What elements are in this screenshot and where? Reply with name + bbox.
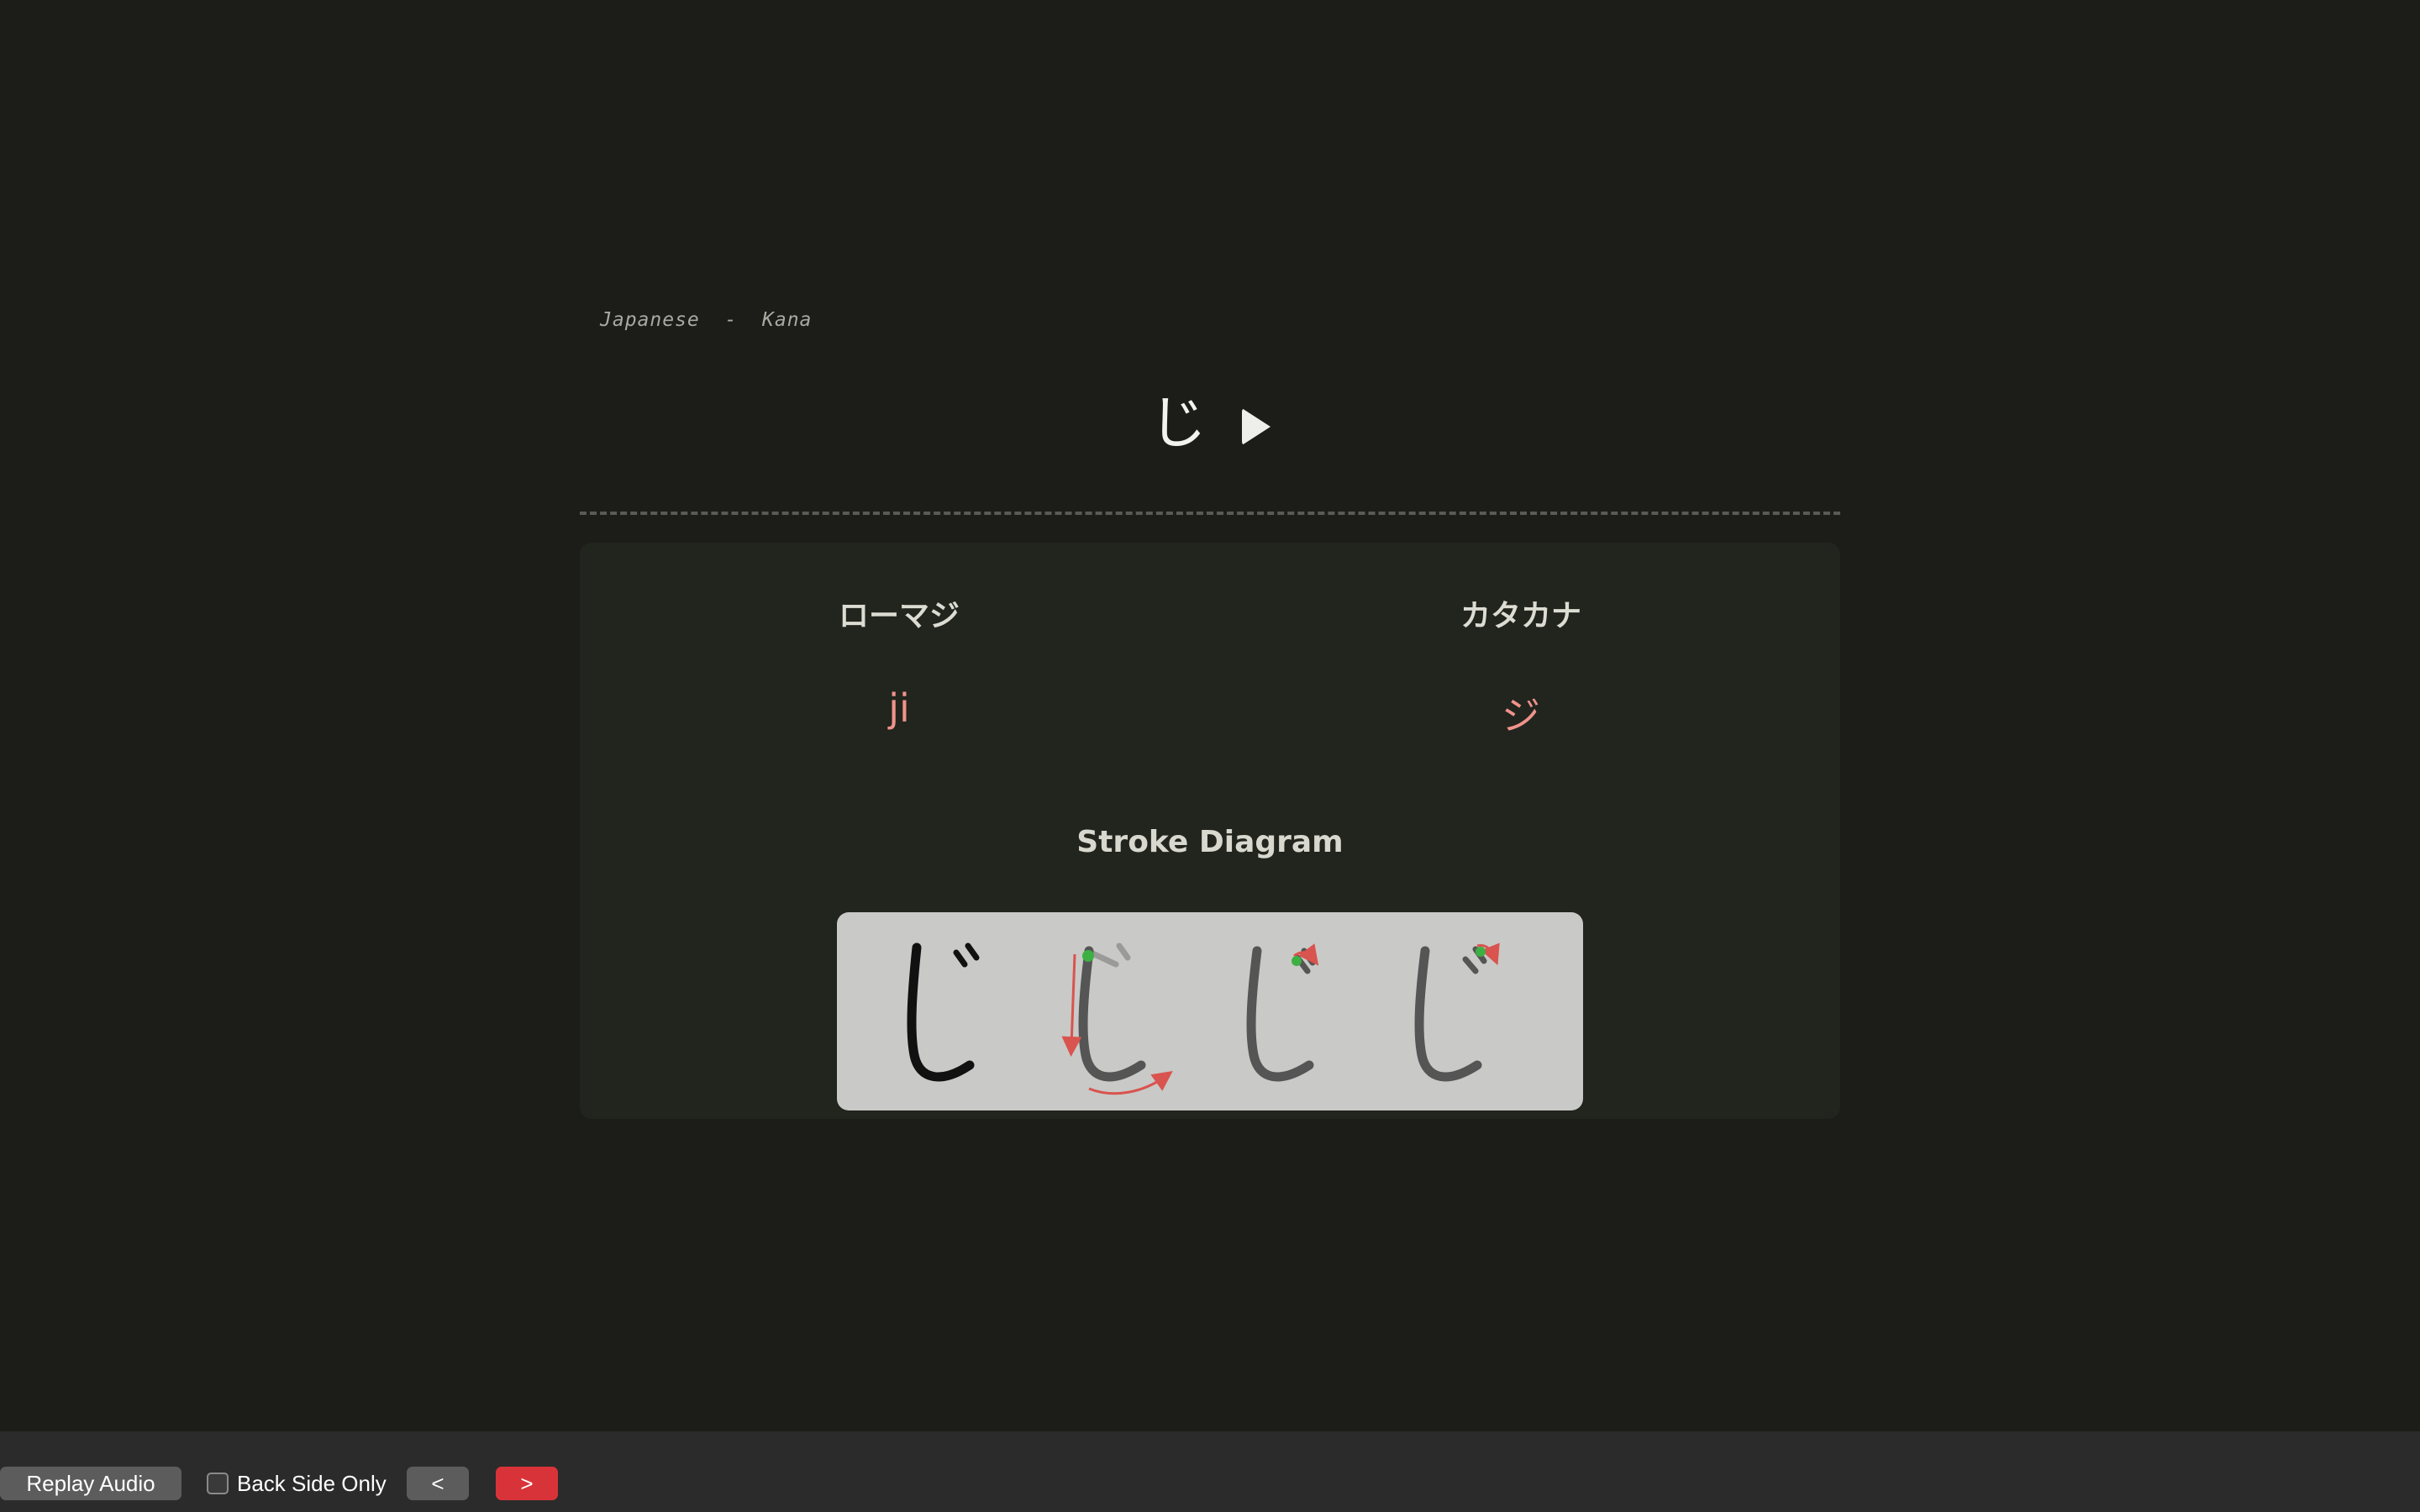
card-area: Japanese - Kana じ ローマジ ji カタカナ ジ Stroke … bbox=[0, 0, 2420, 1431]
replay-audio-button[interactable]: Replay Audio bbox=[0, 1467, 182, 1500]
deck-label: Japanese - Kana bbox=[600, 309, 813, 331]
stroke-frame-3 bbox=[1246, 943, 1319, 1082]
back-side-only-label: Back Side Only bbox=[237, 1470, 387, 1496]
stroke-diagram bbox=[837, 912, 1583, 1110]
stroke-frame-1 bbox=[907, 942, 980, 1082]
next-button[interactable]: > bbox=[496, 1467, 558, 1500]
stroke-diagram-title: Stroke Diagram bbox=[1076, 825, 1344, 859]
stroke-frame-2 bbox=[1061, 942, 1173, 1095]
katakana-header: カタカナ bbox=[1460, 598, 1581, 633]
bottom-toolbar: Replay Audio Back Side Only < > bbox=[0, 1431, 2420, 1512]
card-front: じ bbox=[0, 378, 2420, 470]
front-character: じ bbox=[1149, 391, 1207, 457]
romaji-header: ローマジ bbox=[838, 598, 960, 633]
stroke-frame-4 bbox=[1414, 942, 1500, 1082]
stroke-diagram-image bbox=[907, 942, 1500, 1095]
katakana-value: ジ bbox=[1502, 693, 1540, 738]
romaji-value: ji bbox=[888, 685, 910, 731]
play-icon[interactable] bbox=[1242, 408, 1270, 445]
back-side-only-checkbox[interactable] bbox=[207, 1473, 229, 1494]
card-back-panel: ローマジ ji カタカナ ジ Stroke Diagram bbox=[580, 543, 1840, 1119]
previous-button[interactable]: < bbox=[407, 1467, 469, 1500]
back-side-only-toggle[interactable]: Back Side Only bbox=[207, 1467, 387, 1500]
front-back-divider bbox=[580, 512, 1840, 515]
